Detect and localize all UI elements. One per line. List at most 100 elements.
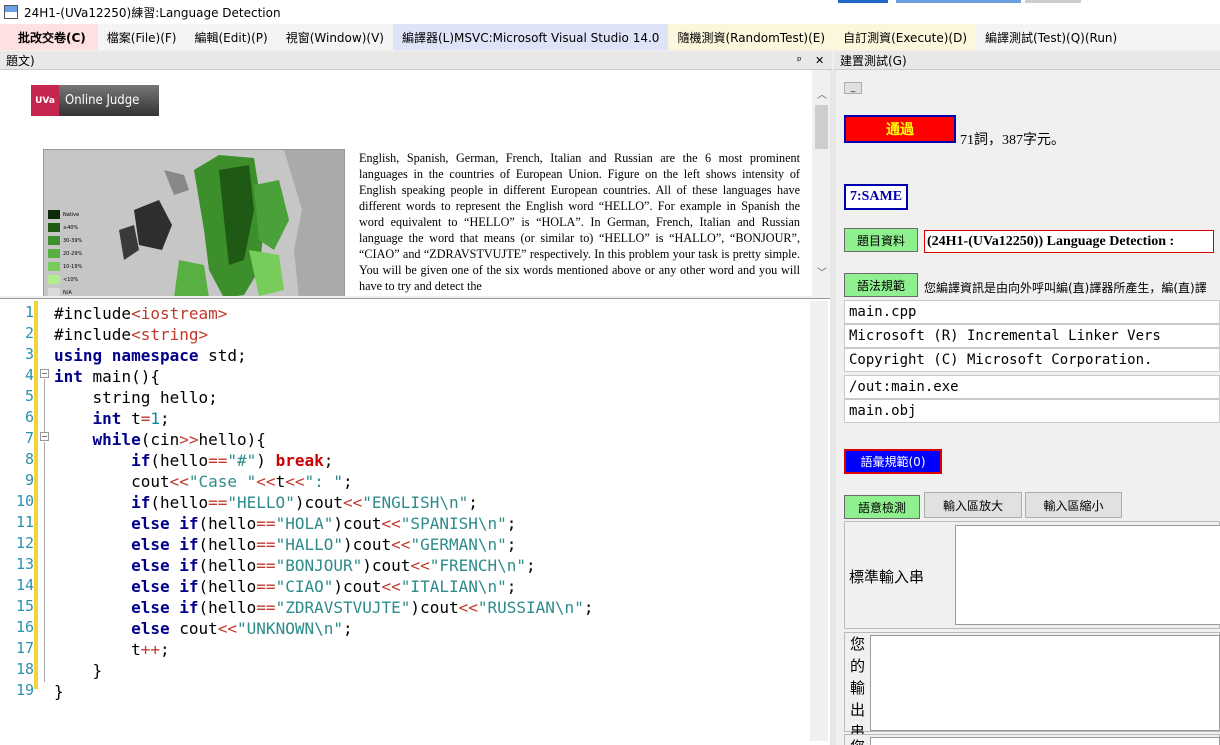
left-pane-title: 題文) [6, 53, 35, 68]
menu-custom-test[interactable]: 自訂測資(Execute)(D) [834, 24, 977, 50]
fold-toggle-icon[interactable]: − [40, 369, 49, 378]
line-number: 9 [24, 471, 34, 489]
line-number: 14 [15, 576, 34, 594]
problem-document: UVa Online Judge Native ≥40% 30-39% 20-2… [0, 70, 812, 296]
code-line: string hello; [54, 388, 218, 407]
legend-label: ≥40% [63, 224, 79, 231]
menu-window[interactable]: 視窗(Window)(V) [277, 24, 393, 50]
code-line: int main(){ [54, 367, 160, 386]
your-output-label: 您的輸出串 [850, 635, 866, 741]
uva-logo-text: Online Judge [65, 93, 140, 108]
code-line: using namespace std; [54, 346, 247, 365]
menu-file[interactable]: 檔案(File)(F) [98, 24, 186, 50]
compiler-output-line: /out:main.exe [844, 375, 1220, 399]
menu-compile-test[interactable]: 編譯測試(Test)(Q)(Run) [976, 24, 1126, 50]
line-number: 4 [24, 366, 34, 384]
line-number: 13 [15, 555, 34, 573]
enlarge-input-button[interactable]: 輸入區放大 [924, 492, 1022, 518]
code-line: #include<string> [54, 325, 209, 344]
right-pane-header: 建置測試(G) [834, 51, 1220, 70]
compiler-output-line: main.obj [844, 399, 1220, 423]
scroll-thumb[interactable] [815, 105, 828, 149]
problem-text: English, Spanish, German, French, Italia… [359, 151, 800, 293]
code-line: int t=1; [92, 409, 170, 428]
pass-badge: 通過 [844, 115, 956, 143]
std-input-label: 標準輸入串 [849, 568, 925, 586]
code-line: if(hello=="HELLO")cout<<"ENGLISH\n"; [131, 493, 478, 512]
compiler-output-line: main.cpp [844, 300, 1220, 324]
vocabulary-button[interactable]: 語彙規範(0) [844, 449, 942, 474]
code-line: else if(hello=="ZDRAVSTVUJTE")cout<<"RUS… [131, 598, 594, 617]
menu-compiler[interactable]: 編譯器(L)MSVC:Microsoft Visual Studio 14.0 [392, 24, 669, 50]
scroll-up-icon[interactable]: ︿ [817, 86, 827, 101]
code-line: else if(hello=="HALLO")cout<<"GERMAN\n"; [131, 535, 517, 554]
legend-label: N/A [63, 289, 72, 296]
doc-scrollbar[interactable]: ︿ ﹀ [812, 70, 832, 296]
code-line: while(cin>>hello){ [92, 430, 266, 449]
code-editor[interactable]: 1 2 3 4 5 6 7 8 9 10 11 12 13 14 15 16 1… [0, 298, 830, 745]
fold-toggle-icon[interactable]: − [40, 432, 49, 441]
line-number: 16 [15, 618, 34, 636]
map-legend: Native ≥40% 30-39% 20-29% 10-19% <10% N/… [48, 208, 82, 296]
your-output-box[interactable] [870, 635, 1220, 731]
legend-label: 30-39% [63, 237, 83, 244]
code-line: if(hello=="#") break; [131, 451, 334, 470]
semantic-check-button[interactable]: 語意檢測 [844, 495, 920, 519]
std-input-textarea[interactable] [955, 525, 1220, 625]
stats-text: 71詞，387字元。 [960, 133, 1065, 148]
compiler-output-line: Copyright (C) Microsoft Corporation. [844, 348, 1220, 372]
window-title: 24H1-(UVa12250)練習:Language Detection [24, 5, 281, 20]
code-line: t++; [54, 640, 170, 659]
europe-map-image: Native ≥40% 30-39% 20-29% 10-19% <10% N/… [43, 149, 345, 296]
pass-label: 通過 [886, 122, 914, 138]
pin-icon[interactable]: ᵖ [797, 54, 802, 67]
line-number: 17 [15, 639, 34, 657]
title-decoration [838, 0, 888, 3]
title-bar: 24H1-(UVa12250)練習:Language Detection [0, 0, 1220, 24]
grammar-button[interactable]: 語法規範 [844, 273, 918, 297]
std-input-panel: 標準輸入串 [844, 521, 1220, 629]
line-number: 18 [15, 660, 34, 678]
europe-map [44, 150, 344, 296]
source-code[interactable]: #include<iostream> #include<string> usin… [54, 303, 593, 702]
legend-label: 10-19% [63, 263, 83, 270]
line-number: 19 [15, 681, 34, 699]
menu-random-test[interactable]: 隨機測資(RandomTest)(E) [668, 24, 835, 50]
expected-output-box[interactable] [870, 737, 1220, 745]
code-line: } [54, 661, 103, 680]
line-number: 5 [24, 387, 34, 405]
topic-title: (24H1-(UVa12250)) Language Detection : [924, 230, 1214, 253]
topic-data-button[interactable]: 題目資料 [844, 228, 918, 252]
expected-output-panel: 您 [844, 734, 1220, 745]
scroll-down-icon[interactable]: ﹀ [817, 264, 827, 279]
line-number: 3 [24, 345, 34, 363]
legend-label: 20-29% [63, 250, 83, 257]
line-number: 2 [24, 324, 34, 342]
line-number: 6 [24, 408, 34, 426]
line-number: 7 [24, 429, 34, 447]
compiler-output-line: Microsoft (R) Incremental Linker Vers [844, 324, 1220, 348]
line-number: 11 [15, 513, 34, 531]
expected-output-label: 您 [850, 736, 865, 745]
fold-line [44, 379, 45, 432]
minimize-button[interactable]: _ [844, 82, 862, 94]
code-line: else if(hello=="CIAO")cout<<"ITALIAN\n"; [131, 577, 517, 596]
code-line: } [54, 682, 64, 701]
close-icon[interactable]: ✕ [815, 54, 824, 67]
menu-submit[interactable]: 批改交卷(C) [0, 24, 98, 50]
splitter[interactable] [830, 70, 836, 745]
code-line: else if(hello=="HOLA")cout<<"SPANISH\n"; [131, 514, 517, 533]
legend-label: Native [63, 211, 80, 218]
app-icon [4, 5, 18, 19]
left-pane-header: 題文) ᵖ ✕ [0, 51, 832, 70]
line-number: 12 [15, 534, 34, 552]
shrink-input-button[interactable]: 輸入區縮小 [1025, 492, 1122, 518]
editor-scrollbar[interactable] [810, 301, 828, 741]
uva-logo: UVa Online Judge [31, 85, 159, 116]
build-test-pane: _ 通過 71詞，387字元。 7:SAME 題目資料 (24H1-(UVa12… [840, 70, 1220, 745]
menu-edit[interactable]: 編輯(Edit)(P) [186, 24, 277, 50]
line-number: 10 [15, 492, 34, 510]
code-line: else if(hello=="BONJOUR")cout<<"FRENCH\n… [131, 556, 536, 575]
title-decoration [896, 0, 1021, 3]
title-decoration [1025, 0, 1081, 3]
